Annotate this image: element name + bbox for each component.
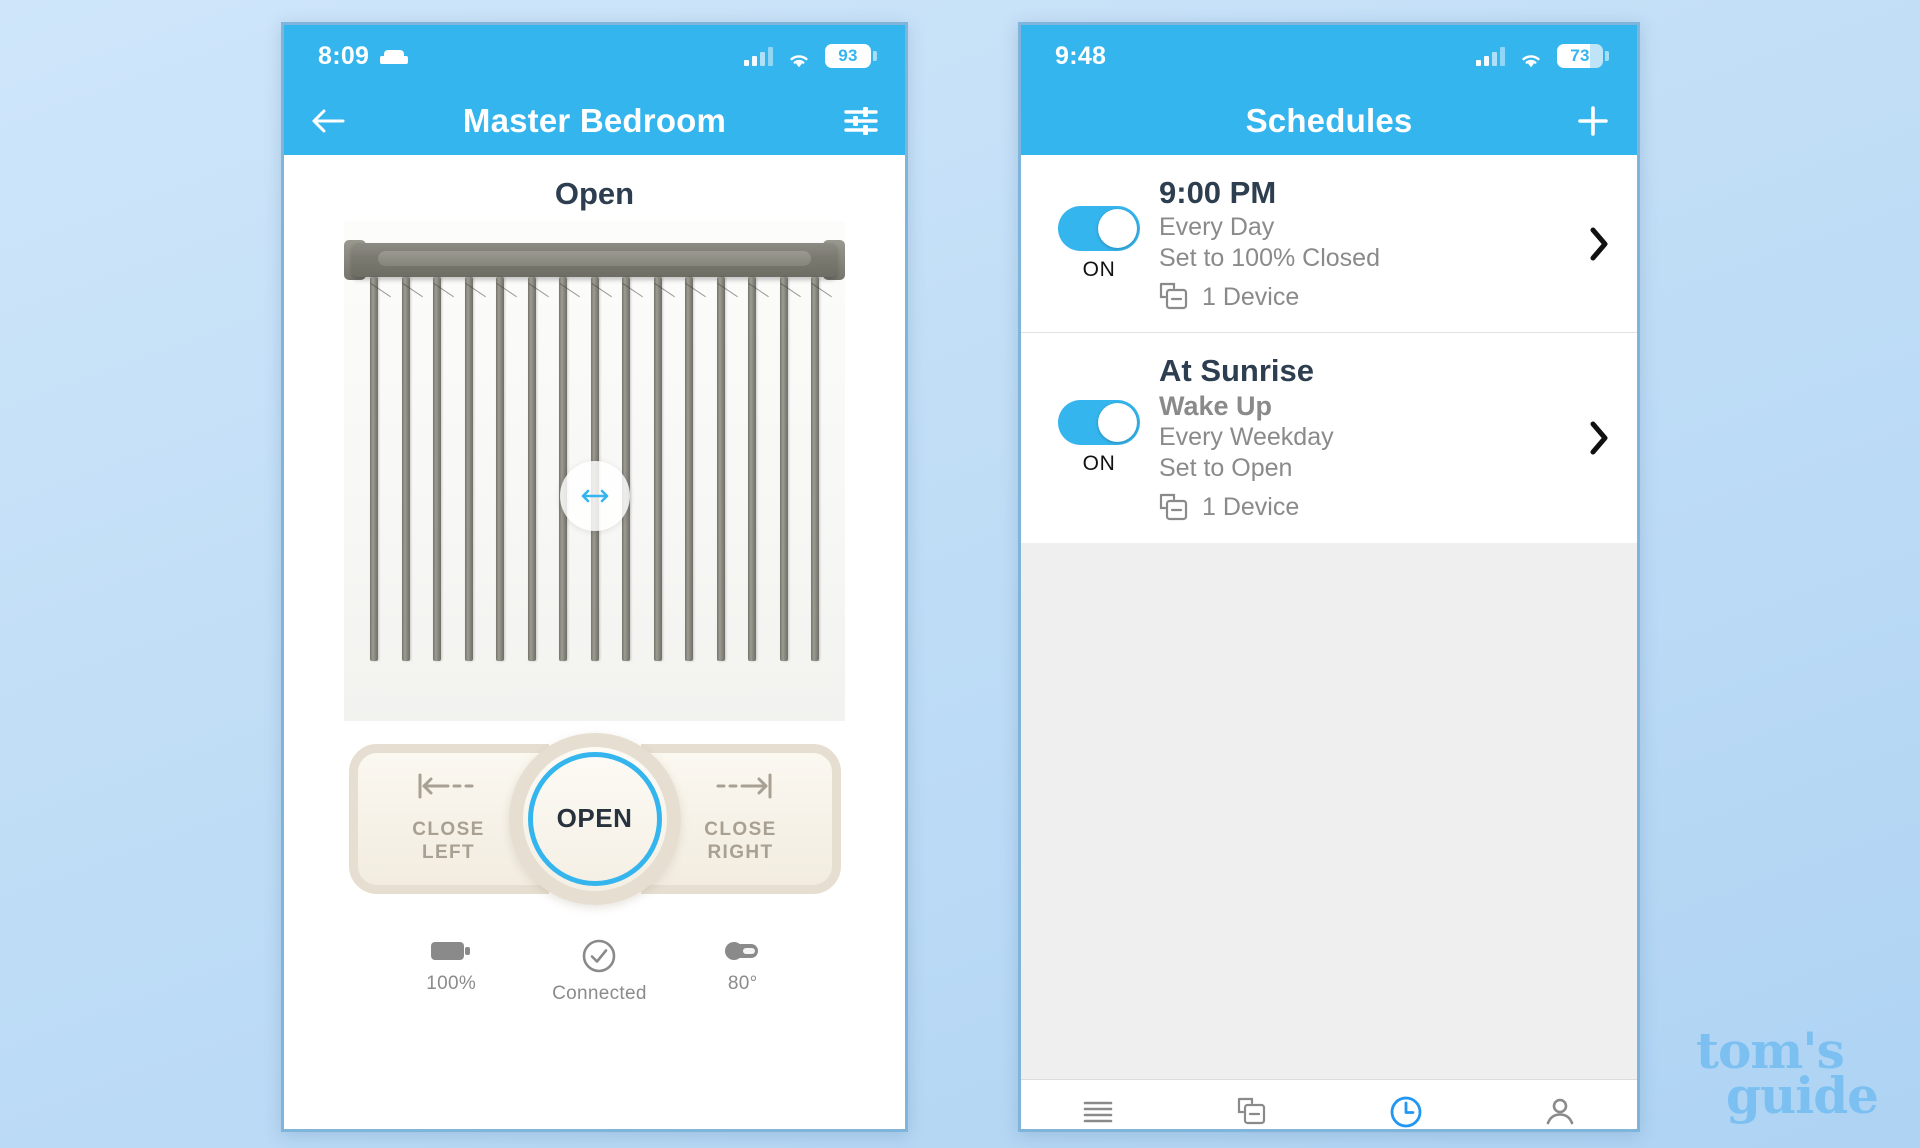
status-bar-time-group-right: 9:48 — [1055, 42, 1106, 71]
schedule-row[interactable]: ON At Sunrise Wake Up Every Weekday Set … — [1021, 332, 1637, 543]
watermark-line2: guide — [1725, 1066, 1879, 1125]
wifi-icon — [1518, 47, 1544, 67]
layers-icon — [1237, 1097, 1266, 1125]
wifi-icon — [786, 47, 812, 67]
chevron-right-icon — [1590, 421, 1608, 455]
sliders-icon — [844, 107, 878, 135]
schedule-repeat: Every Day — [1159, 212, 1275, 241]
tab-devices[interactable]: Devices — [1021, 1098, 1175, 1129]
schedule-action: Set to 100% Closed — [1159, 243, 1380, 272]
schedule-device-count: 1 Device — [1202, 282, 1300, 311]
back-button[interactable] — [310, 108, 346, 134]
schedule-device-count: 1 Device — [1202, 493, 1300, 522]
schedule-devices: 1 Device — [1159, 493, 1579, 523]
nav-bar-left: Master Bedroom — [284, 87, 905, 155]
schedule-toggle[interactable] — [1058, 205, 1140, 251]
schedule-toggle[interactable] — [1058, 399, 1140, 445]
phone-master-bedroom: 8:09 93 Master Bedroom Open CLOSE LEFT O… — [281, 22, 908, 1132]
chevron-right-icon — [1590, 227, 1608, 261]
open-button-ring — [527, 751, 662, 886]
status-time: 8:09 — [318, 41, 370, 70]
tab-groups[interactable]: Groups — [1175, 1097, 1329, 1129]
schedule-toggle-group: ON — [1043, 399, 1155, 476]
list-lines-icon — [1083, 1101, 1113, 1123]
plus-icon — [1578, 106, 1608, 136]
schedule-title: 9:00 PM — [1159, 175, 1277, 210]
schedule-title: At Sunrise — [1159, 353, 1315, 389]
blind-headrail — [352, 243, 837, 277]
schedule-devices: 1 Device — [1159, 282, 1579, 312]
status-bar-right: 9:48 73 — [1021, 25, 1637, 87]
blind-state-title: Open — [554, 176, 635, 211]
battery-level-text: 93 — [838, 46, 858, 65]
close-left-label-line1: CLOSE — [412, 818, 485, 840]
close-left-arrow-icon — [414, 772, 484, 807]
close-right-label-line1: CLOSE — [704, 818, 777, 840]
thermometer-icon — [724, 942, 758, 960]
blind-drag-handle[interactable] — [559, 461, 630, 531]
status-bar-time-group: 8:09 — [318, 41, 409, 71]
toggle-knob — [1098, 402, 1137, 442]
layers-icon — [1159, 282, 1188, 310]
phone-schedules: 9:48 73 Schedules ON 9:00 PM Every Day S… — [1018, 22, 1640, 1132]
bed-icon — [380, 49, 409, 64]
check-circle-icon — [583, 939, 616, 973]
cellular-signal-icon — [744, 46, 773, 66]
nav-bar-right: Schedules — [1021, 87, 1637, 155]
page-title: Schedules — [1245, 102, 1413, 139]
schedule-action: Set to Open — [1159, 454, 1293, 483]
status-bar-indicators-right: 73 — [1476, 44, 1609, 68]
tab-settings[interactable]: Settings — [1483, 1096, 1637, 1129]
tab-bar: Devices Groups Schedules — [1021, 1079, 1637, 1129]
tomsguide-watermark: tom's guide — [1696, 1026, 1879, 1125]
schedule-list: ON 9:00 PM Every Day Set to 100% Closed … — [1021, 155, 1637, 543]
battery-level-text: 73 — [1570, 46, 1590, 65]
schedule-info: At Sunrise Wake Up Every Weekday Set to … — [1155, 353, 1579, 522]
blind-illustration — [344, 221, 845, 721]
status-bar-indicators: 93 — [744, 44, 877, 68]
close-left-label-line2: LEFT — [421, 842, 476, 864]
phone-right-content: ON 9:00 PM Every Day Set to 100% Closed … — [1021, 155, 1637, 1129]
status-temperature: 80° — [723, 938, 763, 1005]
schedule-name: Wake Up — [1159, 390, 1273, 421]
schedule-chevron[interactable] — [1579, 421, 1619, 455]
status-time: 9:48 — [1055, 41, 1107, 70]
status-battery-label: 100% — [426, 973, 477, 994]
device-status-row: 100% Connected 80° — [284, 938, 905, 1005]
tab-schedules[interactable]: Schedules — [1329, 1095, 1483, 1129]
battery-icon — [431, 942, 471, 960]
horizontal-drag-arrows-icon — [581, 489, 608, 503]
person-icon — [1546, 1098, 1574, 1125]
schedule-info: 9:00 PM Every Day Set to 100% Closed 1 D… — [1155, 175, 1579, 312]
toggle-knob — [1098, 208, 1137, 248]
close-right-arrow-icon — [706, 772, 776, 807]
open-button[interactable]: OPEN — [508, 732, 681, 905]
close-right-label-line2: RIGHT — [707, 842, 774, 864]
schedule-toggle-group: ON — [1043, 205, 1155, 282]
arrow-left-icon — [312, 109, 345, 133]
battery-indicator: 73 — [1557, 44, 1609, 68]
status-bar-left: 8:09 93 — [284, 25, 905, 87]
status-connection: Connected — [552, 938, 647, 1005]
schedule-toggle-state: ON — [1082, 257, 1116, 281]
status-temperature-label: 80° — [727, 973, 758, 994]
status-connection-label: Connected — [552, 983, 647, 1004]
clock-icon — [1390, 1096, 1422, 1128]
add-schedule-button[interactable] — [1575, 103, 1611, 139]
layers-icon — [1159, 493, 1188, 520]
schedule-toggle-state: ON — [1082, 451, 1116, 475]
schedule-repeat: Every Weekday — [1159, 423, 1334, 452]
status-battery: 100% — [426, 938, 476, 1005]
blind-controls: CLOSE LEFT OPEN CLOSE RIGHT — [284, 731, 905, 906]
room-settings-button[interactable] — [843, 105, 879, 137]
page-title: Master Bedroom — [462, 102, 727, 139]
schedule-chevron[interactable] — [1579, 227, 1619, 261]
schedule-row[interactable]: ON 9:00 PM Every Day Set to 100% Closed … — [1021, 155, 1637, 333]
phone-left-content: Open CLOSE LEFT OPEN CLOSE RIGHT 100% Co… — [284, 155, 905, 1129]
battery-indicator: 93 — [825, 44, 877, 68]
cellular-signal-icon — [1476, 46, 1505, 66]
